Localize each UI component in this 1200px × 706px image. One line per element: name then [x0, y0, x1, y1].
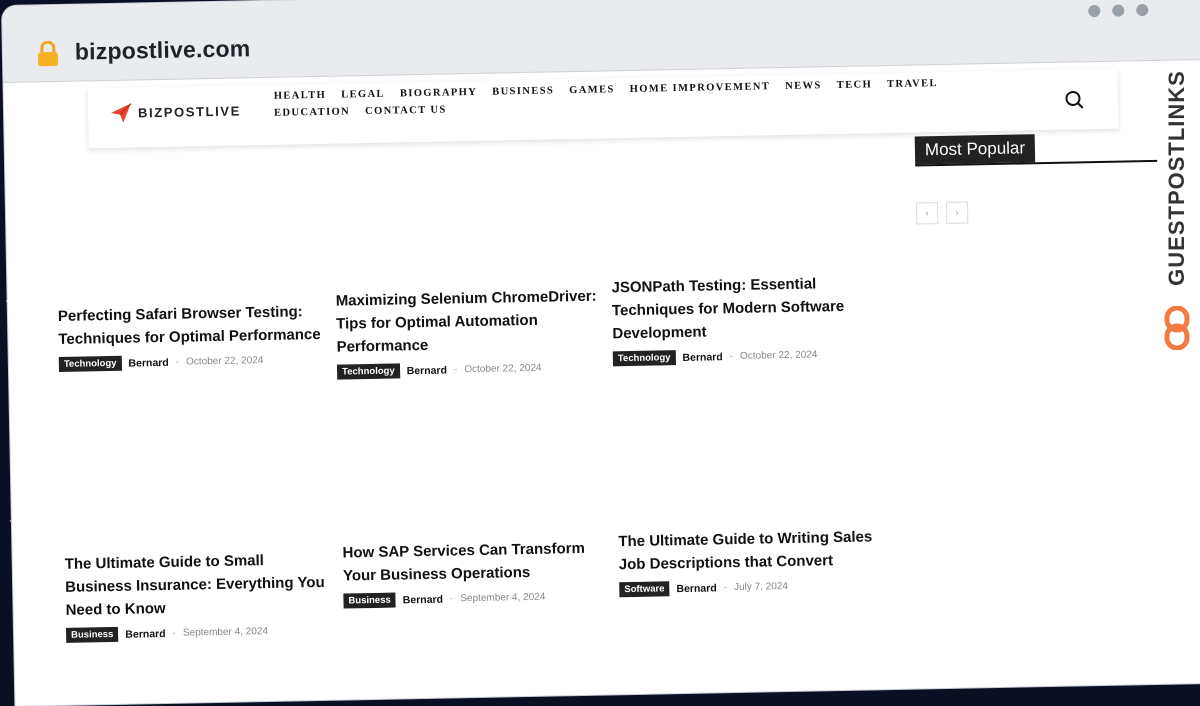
- post-meta: Technology Bernard - October 22, 2024: [612, 346, 878, 367]
- post-title[interactable]: Maximizing Selenium ChromeDriver: Tips f…: [336, 285, 602, 359]
- chevron-right-icon[interactable]: ›: [945, 201, 969, 224]
- meta-separator: -: [172, 627, 177, 639]
- nav-item-contact-us[interactable]: Contact Us: [365, 104, 447, 117]
- post-title[interactable]: JSONPath Testing: Essential Techniques f…: [611, 271, 877, 345]
- paper-plane-icon: [111, 103, 132, 123]
- most-popular-title: Most Popular: [914, 134, 1036, 165]
- window-control-dot[interactable]: [1112, 4, 1125, 17]
- meta-separator: -: [175, 356, 180, 368]
- post-date: October 22, 2024: [185, 355, 264, 368]
- post-title[interactable]: How SAP Services Can Transform Your Busi…: [342, 536, 608, 587]
- meta-separator: -: [449, 593, 454, 605]
- post-card: JSONPath Testing: Essential Techniques f…: [611, 271, 878, 367]
- post-meta: Business Bernard - September 4, 2024: [65, 623, 331, 643]
- window-control-dot[interactable]: [1136, 3, 1149, 17]
- post-meta: Technology Bernard - October 22, 2024: [336, 360, 602, 380]
- chain-link-icon: [1164, 306, 1190, 350]
- nav-item-tech[interactable]: Tech: [837, 79, 873, 91]
- category-badge[interactable]: Technology: [612, 350, 676, 367]
- post-author[interactable]: Bernard: [676, 582, 716, 595]
- watermark-text: GUESTPOSTLINKS: [1164, 70, 1189, 286]
- post-card: The Ultimate Guide to Small Business Ins…: [65, 548, 332, 643]
- category-badge[interactable]: Technology: [336, 363, 400, 380]
- post-author[interactable]: Bernard: [407, 364, 447, 377]
- nav-item-news[interactable]: News: [785, 80, 822, 92]
- post-date: September 4, 2024: [460, 591, 546, 605]
- logo-text: BIZPOSTLIVE: [137, 102, 242, 120]
- lock-icon: [37, 40, 59, 67]
- nav-item-biography[interactable]: Biography: [400, 87, 478, 99]
- post-card: Maximizing Selenium ChromeDriver: Tips f…: [336, 285, 603, 380]
- nav-item-home-improvement[interactable]: Home Improvement: [630, 81, 771, 95]
- most-popular-header: Most Popular: [914, 131, 1158, 167]
- post-date: October 22, 2024: [739, 349, 818, 362]
- post-author[interactable]: Bernard: [682, 351, 722, 364]
- post-title[interactable]: The Ultimate Guide to Writing Sales Job …: [618, 525, 884, 576]
- post-date: October 22, 2024: [464, 362, 542, 376]
- category-badge[interactable]: Software: [619, 581, 670, 598]
- guestpostlinks-watermark: GUESTPOSTLINKS: [1160, 58, 1194, 358]
- meta-separator: -: [453, 364, 458, 376]
- browser-window: bizpostlive.com BIZPOSTLIVE Health Legal…: [2, 0, 1200, 706]
- category-badge[interactable]: Business: [65, 626, 119, 643]
- post-date: September 4, 2024: [182, 626, 269, 639]
- post-meta: Technology Bernard - October 22, 2024: [58, 352, 324, 372]
- post-meta: Business Bernard - September 4, 2024: [343, 588, 608, 609]
- category-badge[interactable]: Business: [343, 592, 396, 609]
- post-title[interactable]: The Ultimate Guide to Small Business Ins…: [65, 548, 331, 622]
- nav-item-business[interactable]: Business: [492, 85, 554, 97]
- post-title[interactable]: Perfecting Safari Browser Testing: Techn…: [58, 300, 324, 351]
- post-meta: Software Bernard - July 7, 2024: [619, 577, 884, 598]
- nav-item-games[interactable]: Games: [569, 84, 615, 96]
- main-nav: Health Legal Biography Business Games Ho…: [274, 77, 994, 119]
- post-card: The Ultimate Guide to Writing Sales Job …: [618, 525, 884, 598]
- post-author[interactable]: Bernard: [128, 356, 168, 369]
- post-card: How SAP Services Can Transform Your Busi…: [342, 536, 608, 609]
- meta-separator: -: [723, 582, 728, 594]
- search-icon[interactable]: [1064, 89, 1084, 109]
- category-badge[interactable]: Technology: [58, 355, 122, 372]
- address-bar-url[interactable]: bizpostlive.com: [75, 35, 251, 65]
- post-card: Perfecting Safari Browser Testing: Techn…: [58, 300, 324, 372]
- window-control-dot[interactable]: [1088, 4, 1101, 18]
- site-logo[interactable]: BIZPOSTLIVE: [110, 99, 241, 124]
- post-author[interactable]: Bernard: [403, 593, 443, 606]
- chevron-left-icon[interactable]: ‹: [915, 202, 939, 225]
- post-author[interactable]: Bernard: [125, 627, 165, 640]
- nav-item-health[interactable]: Health: [274, 90, 327, 102]
- nav-item-legal[interactable]: Legal: [341, 89, 385, 101]
- meta-separator: -: [729, 351, 734, 363]
- post-date: July 7, 2024: [733, 581, 789, 594]
- nav-item-education[interactable]: Education: [274, 106, 350, 118]
- nav-item-travel[interactable]: Travel: [887, 78, 938, 90]
